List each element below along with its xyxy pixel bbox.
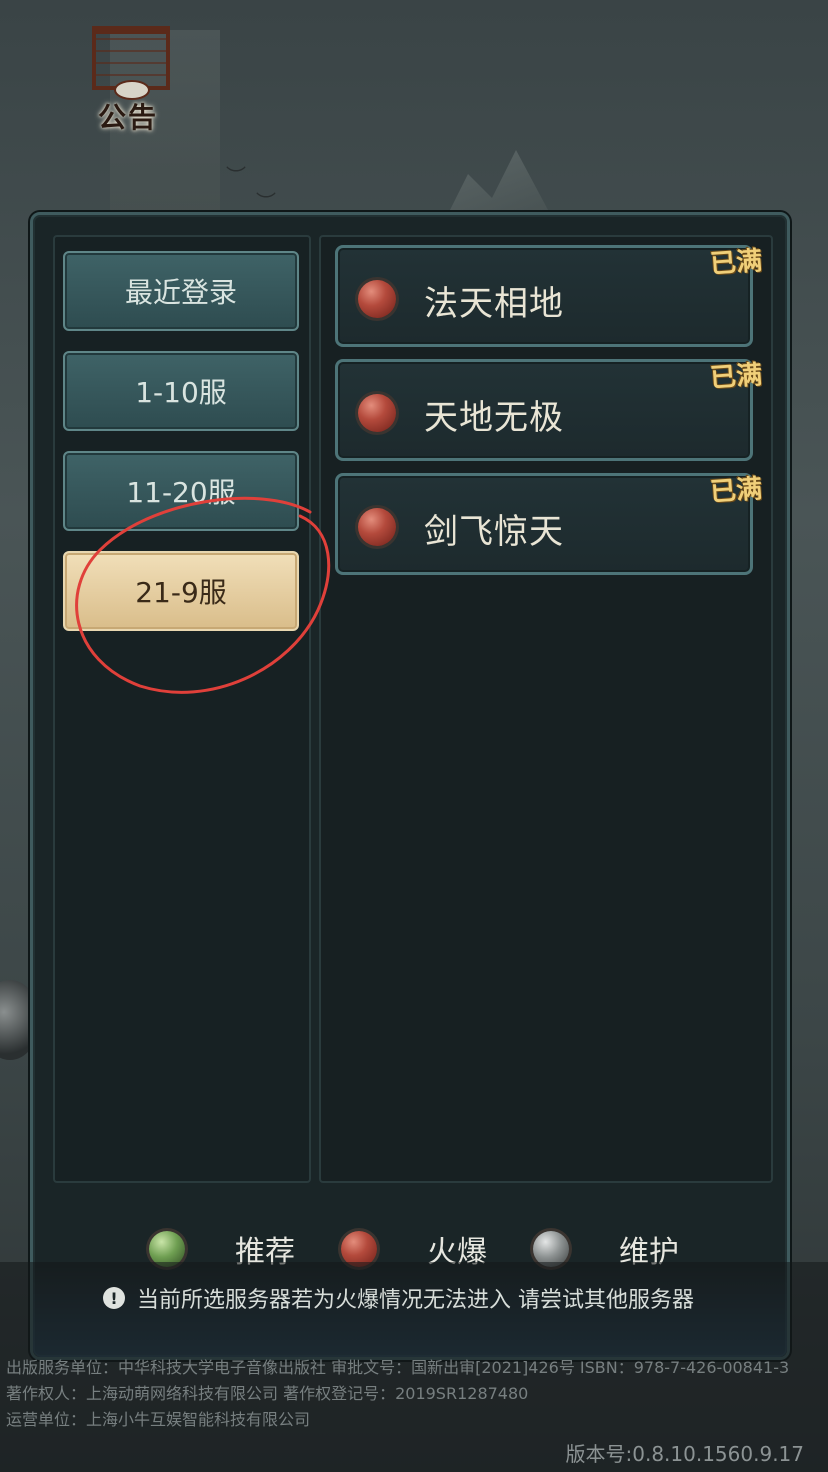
- tab-label: 21-9服: [135, 576, 227, 609]
- server-item[interactable]: 天地无极 已满: [335, 359, 763, 461]
- server-item[interactable]: 剑飞惊天 已满: [335, 473, 763, 575]
- footer-operator: 运营单位：上海小牛互娱智能科技有限公司: [6, 1410, 311, 1429]
- tab-recent-login[interactable]: 最近登录: [63, 251, 299, 331]
- hint-message: ! 当前所选服务器若为火爆情况无法进入 请尝试其他服务器: [103, 1281, 694, 1315]
- tab-label: 11-20服: [126, 476, 236, 509]
- server-full-badge: 已满: [709, 360, 764, 394]
- footer-publisher: 出版服务单位：中华科技大学电子音像出版社 审批文号：国新出审[2021]426号…: [6, 1358, 790, 1377]
- status-hot-icon: [358, 508, 396, 546]
- tab-label: 最近登录: [124, 276, 237, 309]
- status-hot-icon: [358, 280, 396, 318]
- notice-button[interactable]: 公告: [84, 22, 180, 134]
- server-name: 剑飞惊天: [424, 512, 564, 552]
- tab-label: 1-10服: [135, 376, 227, 409]
- footer-copyright: 著作权人：上海动萌网络科技有限公司 著作权登记号：2019SR1287480: [6, 1384, 529, 1403]
- server-select-panel: 最近登录 1-10服 11-20服 21-9服 法天相地 已满 天地无极 已满 …: [30, 212, 790, 1360]
- exclamation-icon: !: [103, 1287, 125, 1309]
- bird-icon: ︶: [226, 164, 246, 188]
- version-label: 版本号:0.8.10.1560.9.17: [565, 1442, 805, 1466]
- bird-icon: ︶: [256, 190, 276, 214]
- tab-servers-21-9[interactable]: 21-9服: [63, 551, 299, 631]
- server-group-tabs: 最近登录 1-10服 11-20服 21-9服: [53, 235, 311, 1183]
- tab-servers-11-20[interactable]: 11-20服: [63, 451, 299, 531]
- notice-label: 公告: [98, 101, 159, 134]
- server-item[interactable]: 法天相地 已满: [335, 245, 763, 347]
- status-hot-icon: [358, 394, 396, 432]
- hint-text: 当前所选服务器若为火爆情况无法进入 请尝试其他服务器: [137, 1288, 694, 1313]
- server-full-badge: 已满: [709, 246, 764, 280]
- server-list: 法天相地 已满 天地无极 已满 剑飞惊天 已满: [319, 235, 773, 1183]
- server-name: 法天相地: [424, 284, 564, 324]
- server-full-badge: 已满: [709, 474, 764, 508]
- server-name: 天地无极: [424, 398, 564, 438]
- tab-servers-1-10[interactable]: 1-10服: [63, 351, 299, 431]
